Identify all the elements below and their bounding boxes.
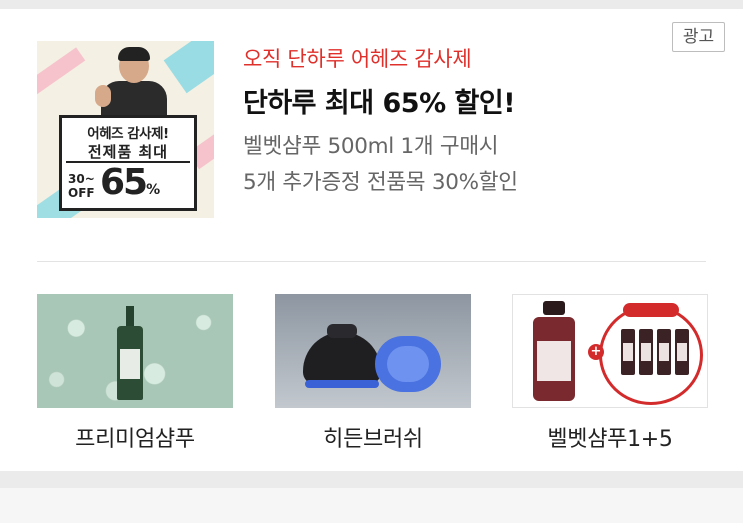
promo-description: 벨벳샴푸 500ml 1개 구매시 5개 추가증정 전품목 30%할인 [243,129,663,201]
ad-card[interactable]: 광고 어헤즈 감사제! 전제품 최대 30~ OFF 65% 오직 단하루 어헤… [0,9,743,471]
ad-badge: 광고 [672,22,725,52]
product-tile-premium-shampoo[interactable] [37,294,233,408]
product-tile-hidden-brush[interactable] [275,294,471,408]
promo-box-small: 30~ OFF [68,172,95,200]
promo-thumbnail[interactable]: 어헤즈 감사제! 전제품 최대 30~ OFF 65% [37,41,214,218]
product-label[interactable]: 히든브러쉬 [253,421,493,453]
divider [37,261,706,262]
promo-desc-line2: 5개 추가증정 전품목 30%할인 [243,170,518,195]
plus-icon: + [588,344,604,360]
promo-title: 단하루 최대 65% 할인! [243,88,516,119]
product-label[interactable]: 벨벳샴푸1+5 [490,421,730,453]
promo-desc-line1: 벨벳샴푸 500ml 1개 구매시 [243,134,499,159]
promo-box-line1: 어헤즈 감사제! [87,126,169,142]
promo-box-line2: 전제품 최대 [87,143,169,161]
promo-tagline: 오직 단하루 어헤즈 감사제 [243,47,472,71]
promo-sale-box: 어헤즈 감사제! 전제품 최대 30~ OFF 65% [59,115,197,211]
product-label[interactable]: 프리미엄샴푸 [15,421,255,453]
product-tile-velvet-shampoo[interactable]: + [512,294,708,408]
promo-box-big: 65% [100,162,160,203]
next-card-edge [0,488,743,523]
promo-text[interactable]: 오직 단하루 어헤즈 감사제 단하루 최대 65% 할인! 벨벳샴푸 500ml… [243,45,663,201]
